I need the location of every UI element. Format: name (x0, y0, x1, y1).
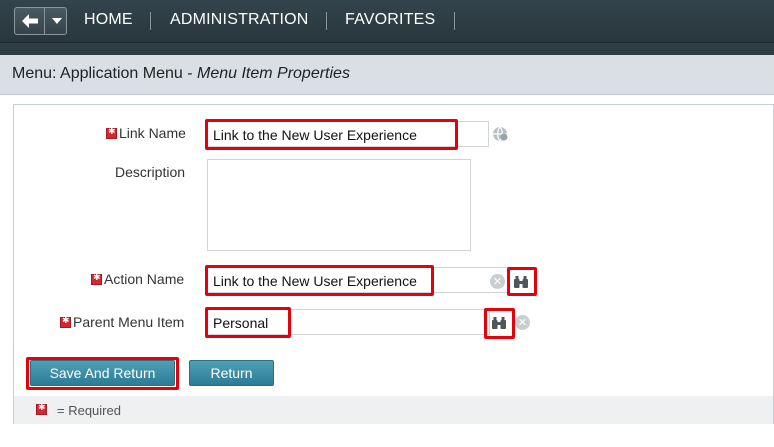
description-textarea[interactable] (207, 159, 471, 251)
parent-lookup-button[interactable] (489, 313, 509, 333)
required-icon (60, 316, 71, 328)
action-name-highlight (205, 265, 434, 296)
action-name-label: Action Name (91, 271, 184, 287)
nav-administration-link[interactable]: ADMINISTRATION (170, 11, 309, 29)
link-name-label: Link Name (106, 125, 186, 141)
binoculars-icon (514, 276, 528, 288)
action-lookup-button[interactable] (511, 272, 531, 292)
nav-separator (326, 12, 327, 30)
required-icon (106, 127, 117, 139)
nav-divider-strip (0, 43, 774, 55)
clear-action-icon[interactable]: ✕ (490, 274, 505, 289)
required-icon (91, 273, 102, 285)
page-subtitle: Menu Item Properties (197, 65, 350, 82)
required-legend-text: = Required (57, 403, 121, 418)
globe-icon (493, 126, 508, 142)
nav-favorites-link[interactable]: FAVORITES (345, 11, 435, 29)
translate-button[interactable] (491, 125, 509, 143)
page-header: Menu: Application Menu - Menu Item Prope… (0, 55, 774, 95)
top-nav-bar: HOME ADMINISTRATION FAVORITES (0, 0, 774, 43)
page-title-prefix: Menu: Application Menu - (12, 65, 197, 82)
parent-menu-item-label: Parent Menu Item (60, 314, 184, 330)
return-button[interactable]: Return (189, 360, 274, 386)
history-dropdown-button[interactable] (46, 8, 67, 34)
page-title: Menu: Application Menu - Menu Item Prope… (12, 65, 350, 83)
panel-footer (14, 396, 773, 424)
nav-home-link[interactable]: HOME (84, 11, 133, 29)
nav-separator (454, 12, 455, 30)
history-nav-group (14, 7, 67, 35)
back-button[interactable] (15, 8, 45, 34)
parent-menu-highlight (205, 307, 291, 338)
arrow-left-icon (21, 14, 38, 28)
caret-down-icon (51, 18, 62, 24)
link-name-highlight (205, 119, 458, 150)
save-button-highlight (26, 357, 179, 390)
required-legend-icon (36, 403, 47, 415)
clear-parent-icon[interactable]: ✕ (515, 315, 530, 330)
description-label: Description (115, 164, 186, 180)
binoculars-icon (492, 317, 506, 329)
nav-separator (150, 12, 151, 30)
